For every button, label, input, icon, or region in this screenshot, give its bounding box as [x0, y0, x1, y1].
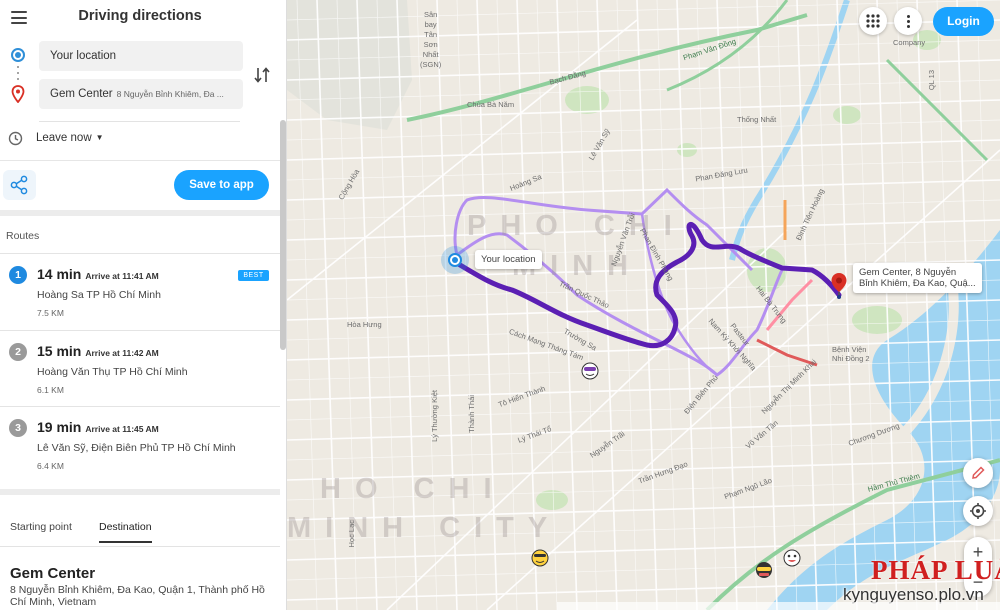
route-via: Hoàng Văn Thụ TP Hồ Chí Minh: [37, 366, 188, 378]
location-tabs: Starting point Destination: [0, 515, 280, 547]
route-arrival: Arrive at 11:41 AM: [85, 271, 159, 281]
clock-icon: [8, 131, 23, 146]
poi-label: Chùa Bà Năm: [467, 100, 515, 109]
route-distance: 7.5 KM: [37, 308, 64, 318]
origin-input[interactable]: Your location: [39, 41, 243, 71]
route-dots-icon: [17, 66, 19, 82]
route-duration-row: 19 min Arrive at 11:45 AM: [37, 419, 159, 435]
route-arrival: Arrive at 11:42 AM: [85, 348, 159, 358]
destination-input-address: 8 Nguyễn Bỉnh Khiêm, Đa ...: [116, 89, 224, 99]
panel-title: Driving directions: [78, 8, 202, 24]
district-label: PHO CHI: [467, 210, 686, 242]
route-option[interactable]: 2 15 min Arrive at 11:42 AM Hoàng Văn Thụ…: [0, 330, 280, 407]
apps-grid-icon[interactable]: [859, 7, 887, 35]
district-label: HO CHI: [320, 473, 506, 505]
route-via: Hoàng Sa TP Hồ Chí Minh: [37, 289, 161, 301]
route-number: 2: [9, 343, 27, 361]
panel-header: Driving directions: [0, 0, 280, 34]
street-label: Thành Thái: [467, 395, 476, 433]
street-label: Học Lạc: [347, 520, 356, 548]
destination-address: 8 Nguyễn Bỉnh Khiêm, Đa Kao, Quận 1, Thà…: [10, 584, 265, 608]
route-number: 1: [9, 266, 27, 284]
route-number: 3: [9, 419, 27, 437]
share-button[interactable]: [3, 170, 36, 200]
save-to-app-button[interactable]: Save to app: [174, 170, 269, 200]
best-route-badge: BEST: [238, 270, 269, 281]
route-duration-row: 15 min Arrive at 11:42 AM: [37, 343, 159, 359]
destination-name: Gem Center: [10, 565, 96, 582]
street-label: Thống Nhất: [737, 115, 777, 124]
section-band: [0, 489, 280, 495]
poi-label: Company: [893, 38, 926, 47]
swap-direction-icon[interactable]: [252, 64, 272, 86]
route-distance: 6.1 KM: [37, 385, 64, 395]
waze-user-icon[interactable]: [580, 361, 600, 381]
leave-now-label: Leave now: [36, 132, 92, 144]
watermark-brand: PHÁP LUẬT: [871, 555, 1000, 585]
area-label: Hòa Hưng: [347, 320, 382, 329]
route-distance: 6.4 KM: [37, 461, 64, 471]
recenter-location-button[interactable]: [963, 496, 993, 526]
destination-label-line: Gem Center, 8 Nguyễn: [859, 267, 957, 278]
section-divider: [0, 160, 280, 161]
waze-user-icon[interactable]: [782, 548, 802, 568]
map-attribution-bar: [557, 602, 1000, 610]
more-options-icon[interactable]: [894, 7, 922, 35]
tab-starting-point[interactable]: Starting point: [10, 521, 72, 541]
street-label: QL 13: [927, 70, 936, 91]
origin-marker-icon: [11, 48, 25, 62]
map-view[interactable]: PHO CHI MINH HO CHI MINH CITY Sân bay Tân S…: [287, 0, 1000, 610]
leave-now-dropdown[interactable]: Leave now ▼: [36, 132, 104, 144]
route-arrival: Arrive at 11:45 AM: [85, 424, 159, 434]
origin-map-label: Your location: [475, 250, 542, 269]
crosshair-icon: [970, 503, 986, 519]
waze-user-icon[interactable]: [754, 560, 774, 580]
origin-input-value: Your location: [50, 50, 117, 62]
panel-scrollbar[interactable]: [280, 120, 286, 350]
destination-input[interactable]: Gem Center 8 Nguyễn Bỉnh Khiêm, Đa ...: [39, 79, 243, 109]
route-duration: 14 min: [37, 266, 82, 282]
login-button[interactable]: Login: [933, 7, 994, 36]
report-edit-button[interactable]: [963, 458, 993, 488]
route-option[interactable]: 1 14 min Arrive at 11:41 AM BEST Hoàng Sa…: [0, 253, 280, 330]
street-label: Lý Thường Kiệt: [430, 390, 439, 442]
airport-label: Sân bay Tân Sơn Nhất (SGN): [420, 10, 442, 69]
section-band: [0, 210, 280, 216]
destination-map-label: Gem Center, 8 Nguyễn Bỉnh Khiêm, Đa Kao,…: [853, 263, 982, 293]
tab-destination[interactable]: Destination: [99, 521, 152, 543]
directions-panel: Driving directions Your location Gem Cen…: [0, 0, 287, 610]
route-via: Lê Văn Sỹ, Điện Biên Phủ TP Hồ Chí Minh: [37, 442, 236, 454]
routes-heading: Routes: [6, 230, 40, 242]
field-divider: [39, 121, 240, 122]
caret-down-icon: ▼: [95, 133, 104, 142]
destination-input-name: Gem Center: [50, 88, 113, 100]
destination-pin-icon: [11, 85, 25, 103]
route-duration: 19 min: [37, 419, 82, 435]
share-icon: [10, 175, 28, 195]
route-option[interactable]: 3 19 min Arrive at 11:45 AM Lê Văn Sỹ, Đi…: [0, 406, 280, 483]
destination-map-pin-icon[interactable]: [830, 272, 848, 300]
route-duration: 15 min: [37, 343, 82, 359]
waze-user-icon[interactable]: [530, 548, 550, 568]
route-duration-row: 14 min Arrive at 11:41 AM: [37, 266, 159, 282]
pencil-icon: [972, 466, 985, 479]
poi-label: Bệnh Viện Nhi Đồng 2: [832, 345, 870, 363]
district-label: MINH CITY: [287, 512, 562, 544]
destination-label-line: Bỉnh Khiêm, Đa Kao, Quậ...: [859, 278, 976, 289]
